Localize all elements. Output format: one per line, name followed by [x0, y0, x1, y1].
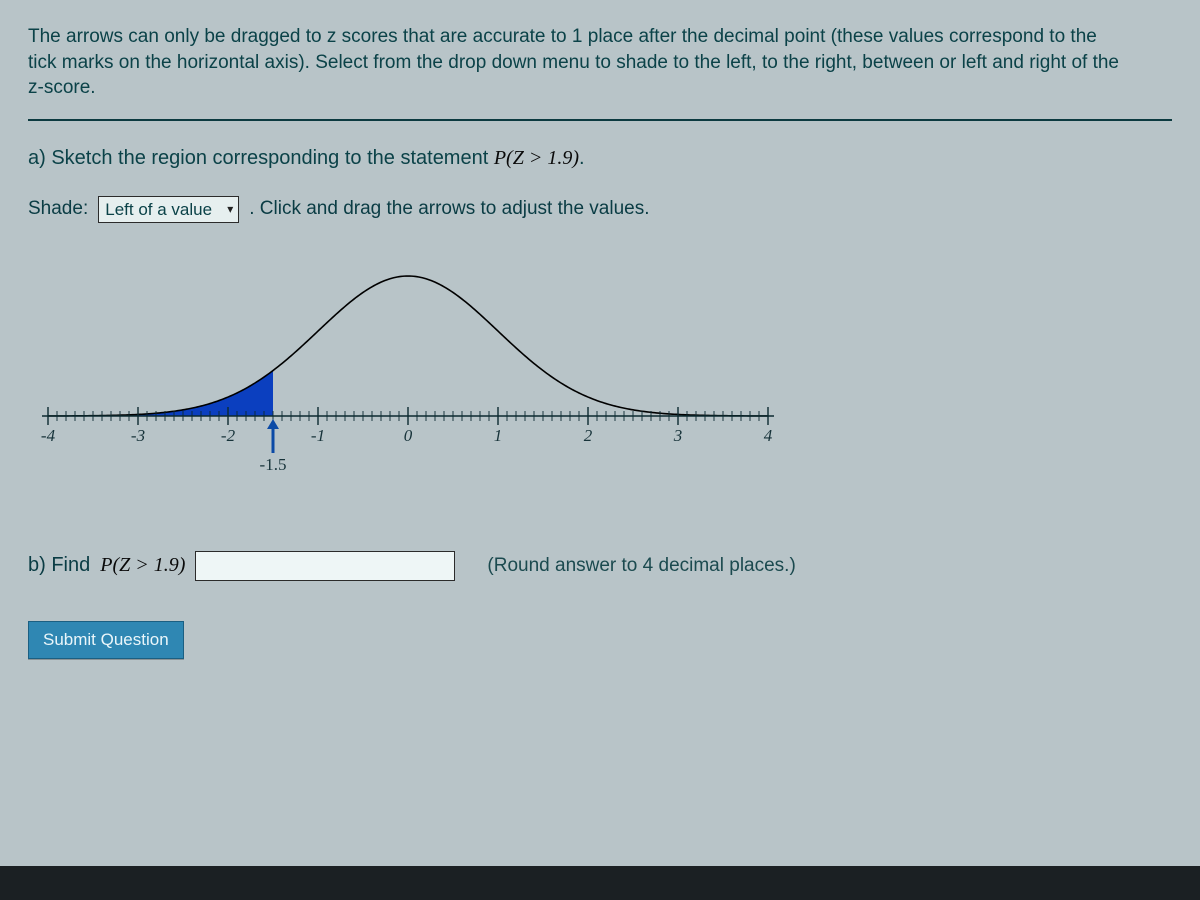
round-hint: (Round answer to 4 decimal places.) — [487, 555, 795, 577]
chart-svg — [28, 251, 788, 491]
axis-tick-label: 1 — [494, 426, 503, 446]
part-a-suffix: . — [579, 147, 585, 169]
axis-tick-label: -3 — [131, 426, 145, 446]
part-a-prefix: a) Sketch the region corresponding to th… — [28, 147, 494, 169]
z-arrow-label: -1.5 — [260, 455, 287, 475]
shade-select-wrap[interactable]: Left of a value ▾ — [98, 196, 239, 223]
submit-button[interactable]: Submit Question — [28, 621, 184, 659]
part-a-expression: P(Z > 1.9) — [494, 147, 579, 169]
part-b-expression: P(Z > 1.9) — [100, 554, 185, 577]
answer-input[interactable] — [195, 551, 455, 581]
window-bottom-bar — [0, 866, 1200, 900]
shade-label: Shade: — [28, 198, 88, 220]
axis-tick-label: -4 — [41, 426, 55, 446]
shade-dropdown[interactable]: Left of a value — [98, 196, 239, 223]
axis-tick-label: 0 — [404, 426, 413, 446]
part-a-prompt: a) Sketch the region corresponding to th… — [28, 147, 1172, 170]
axis-tick-label: -1 — [311, 426, 325, 446]
axis-tick-label: 2 — [584, 426, 593, 446]
section-divider — [28, 119, 1172, 121]
shade-hint: . Click and drag the arrows to adjust th… — [249, 198, 649, 220]
axis-tick-label: -2 — [221, 426, 235, 446]
axis-tick-label: 4 — [764, 426, 773, 446]
part-b-prefix: b) Find — [28, 554, 90, 577]
axis-tick-label: 3 — [674, 426, 683, 446]
instructions-text: The arrows can only be dragged to z scor… — [28, 24, 1128, 101]
normal-distribution-chart[interactable]: -4 -3 -2 -1 0 1 2 3 4 -1.5 — [28, 251, 788, 491]
z-arrow-handle[interactable] — [264, 419, 282, 453]
